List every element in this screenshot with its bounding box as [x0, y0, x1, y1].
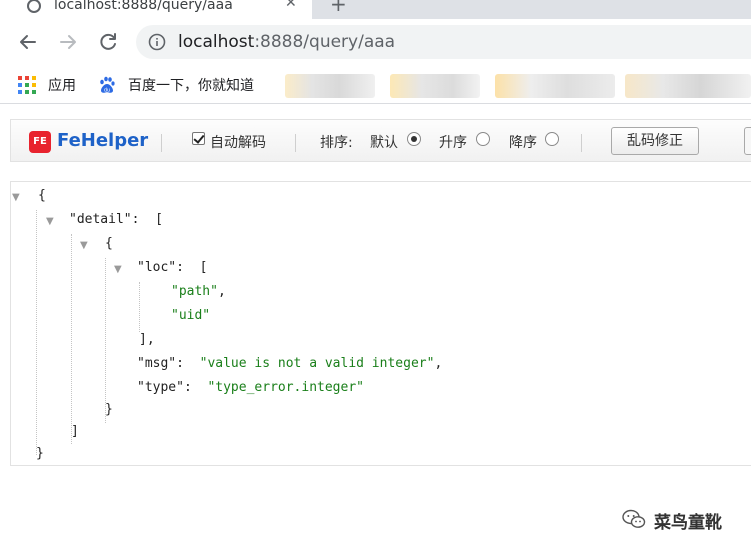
- more-button[interactable]: [744, 127, 751, 155]
- json-bracket-close: ],: [139, 332, 155, 347]
- browser-toolbar: localhost:8888/query/aaa: [0, 19, 751, 66]
- json-root-open: {: [38, 188, 46, 203]
- tab-favicon-icon: [27, 0, 41, 13]
- json-colon: :: [176, 356, 184, 371]
- sort-default-label: 默认: [370, 135, 398, 151]
- blurred-bookmark[interactable]: [285, 74, 375, 98]
- bookmark-apps-label: 应用: [48, 78, 76, 94]
- json-colon: :: [183, 380, 192, 395]
- browser-tab[interactable]: localhost:8888/query/aaa ✕: [0, 0, 312, 19]
- blurred-bookmark[interactable]: [495, 74, 615, 98]
- reload-icon[interactable]: [96, 30, 120, 54]
- json-bracket: [: [199, 260, 208, 275]
- indent-guide: [105, 258, 106, 423]
- sort-desc-radio[interactable]: [545, 132, 559, 146]
- json-viewer: ▼ { ▼ "detail": [ ▼ { ▼ "loc": [ "path",…: [10, 181, 751, 466]
- json-string: "value is not a valid integer": [199, 356, 435, 371]
- json-line-detail: "detail": [: [69, 212, 163, 232]
- json-string: "type_error.integer": [207, 380, 364, 395]
- fehelper-brand: FeHelper: [57, 130, 149, 151]
- json-key: "detail": [69, 212, 132, 227]
- indent-guide: [139, 282, 140, 332]
- apps-grid-icon: [18, 76, 36, 94]
- bookmarks-bar: 应用 du 百度一下，你就知道: [0, 66, 751, 104]
- url-host: localhost: [178, 32, 255, 52]
- baidu-paw-icon: du: [98, 76, 116, 94]
- collapse-triangle-icon[interactable]: ▼: [114, 264, 122, 275]
- forward-arrow-icon[interactable]: [56, 30, 80, 54]
- divider: [161, 134, 162, 152]
- fehelper-logo: FE: [29, 131, 51, 153]
- json-array-close: ]: [71, 424, 79, 439]
- blurred-bookmark[interactable]: [390, 74, 480, 98]
- address-bar[interactable]: localhost:8888/query/aaa: [136, 25, 751, 59]
- json-line-uid: "uid": [171, 308, 210, 328]
- watermark-text: 菜鸟童靴: [654, 513, 722, 533]
- url-text[interactable]: localhost:8888/query/aaa: [178, 32, 395, 52]
- back-arrow-icon[interactable]: [16, 30, 40, 54]
- info-icon[interactable]: [148, 33, 166, 51]
- url-path: :8888/query/aaa: [254, 32, 396, 52]
- sort-asc-radio[interactable]: [476, 132, 490, 146]
- json-line-path: "path",: [171, 284, 226, 304]
- collapse-triangle-icon[interactable]: ▼: [12, 192, 20, 203]
- collapse-triangle-icon[interactable]: ▼: [46, 216, 54, 227]
- bookmark-baidu-label: 百度一下，你就知道: [128, 78, 254, 94]
- json-key: "loc": [137, 260, 177, 275]
- fix-encoding-button[interactable]: 乱码修正: [611, 127, 699, 155]
- json-line-msg: "msg": "value is not a valid integer",: [137, 356, 442, 376]
- json-line-type: "type": "type_error.integer": [137, 380, 364, 400]
- divider: [581, 134, 582, 152]
- json-string: "uid": [171, 308, 211, 323]
- json-key: "type": [137, 380, 184, 395]
- divider: [295, 134, 296, 152]
- sort-asc-label: 升序: [439, 135, 467, 151]
- sort-label: 排序:: [320, 135, 353, 151]
- indent-guide: [71, 234, 72, 444]
- tab-title: localhost:8888/query/aaa: [54, 0, 233, 13]
- wechat-icon: [622, 509, 646, 529]
- json-object-open: {: [105, 236, 113, 251]
- json-bracket: [: [155, 212, 163, 227]
- auto-decode-checkbox[interactable]: [192, 132, 205, 145]
- close-icon[interactable]: ✕: [285, 0, 297, 11]
- sort-desc-label: 降序: [509, 135, 537, 151]
- json-line-loc: "loc": [: [137, 260, 207, 280]
- plus-icon[interactable]: +: [330, 0, 347, 16]
- json-object-close: }: [105, 402, 113, 417]
- svg-text:du: du: [104, 88, 110, 94]
- json-comma: ,: [217, 284, 226, 299]
- indent-guide: [36, 210, 37, 455]
- json-string: "path": [171, 284, 218, 299]
- auto-decode-label: 自动解码: [210, 135, 266, 151]
- json-key: "msg": [137, 356, 177, 371]
- blurred-bookmark[interactable]: [625, 74, 751, 98]
- json-colon: :: [176, 260, 184, 275]
- tab-strip: localhost:8888/query/aaa ✕ +: [0, 0, 751, 19]
- fehelper-toolbar: FE FeHelper 自动解码 排序: 默认 升序 降序 乱码修正: [10, 119, 751, 162]
- json-colon: :: [131, 212, 140, 227]
- json-root-close: }: [36, 446, 44, 461]
- collapse-triangle-icon[interactable]: ▼: [80, 240, 88, 251]
- sort-default-radio[interactable]: [407, 132, 421, 146]
- json-comma: ,: [434, 356, 443, 371]
